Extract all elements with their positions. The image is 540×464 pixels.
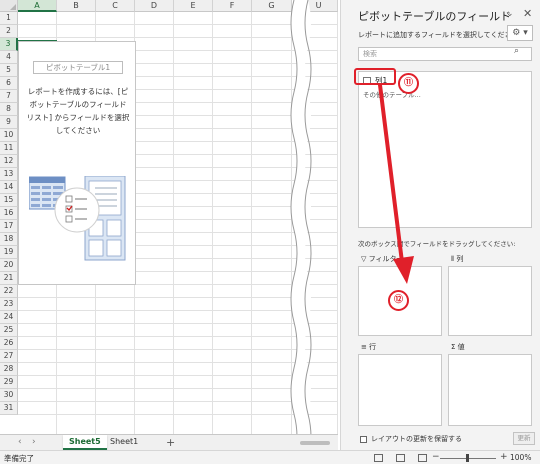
row-header-21[interactable]: 21 [0,272,18,285]
instruction-line: してください [55,126,101,135]
row-header-22[interactable]: 22 [0,285,18,298]
pivot-table-name: ピボットテーブル1 [33,61,123,74]
layout-settings-gear-icon[interactable]: ⚙ ▾ [507,25,533,41]
row-header-20[interactable]: 20 [0,259,18,272]
column-gridline [337,12,338,434]
values-area-label: Σ 値 [451,343,465,351]
row-header-12[interactable]: 12 [0,155,18,168]
row-header-24[interactable]: 24 [0,311,18,324]
column-header-e[interactable]: E [174,0,213,12]
pivot-instruction-text: レポートを作成するには、[ピ ボットテーブルのフィールド リスト] からフィール… [23,85,133,137]
instruction-line: レポートを作成するには、[ピ [27,87,129,96]
rows-area-text: 行 [369,343,377,351]
filter-area-text: フィルター [368,255,404,263]
row-header-30[interactable]: 30 [0,389,18,402]
column-header-b[interactable]: B [57,0,96,12]
next-sheet-icon[interactable]: › [32,437,36,447]
worksheet-grid[interactable]: A B C D E F G U 1 2 3 4 5 6 7 8 9 10 11 12 13 14 15 16 1… [0,0,338,434]
row-header-17[interactable]: 17 [0,220,18,233]
row-header-23[interactable]: 23 [0,298,18,311]
normal-view-icon[interactable] [374,454,383,462]
zoom-level[interactable]: 100% [510,453,531,462]
row-header-28[interactable]: 28 [0,363,18,376]
page-break-view-icon[interactable] [418,454,427,462]
row-header-1[interactable]: 1 [0,12,18,25]
column-gridline [212,12,213,434]
row-header-7[interactable]: 7 [0,90,18,103]
row-header-5[interactable]: 5 [0,64,18,77]
row-header-25[interactable]: 25 [0,324,18,337]
horizontal-scrollbar[interactable] [300,441,330,445]
sheet-tab-bar: ‹ › Sheet5 Sheet1 + [0,434,338,450]
row-header-9[interactable]: 9 [0,116,18,129]
defer-update-label: レイアウトの更新を保留する [371,435,462,443]
row-header-11[interactable]: 11 [0,142,18,155]
step-badge-11: ⑪ [398,73,419,94]
values-area-text: 値 [457,343,465,351]
column-gridline [251,12,252,434]
prev-sheet-icon[interactable]: ‹ [18,437,22,447]
row-header-16[interactable]: 16 [0,207,18,220]
field-search-input[interactable]: 検索 [358,47,532,61]
search-icon: ⌕ [514,46,520,56]
row-header-19[interactable]: 19 [0,246,18,259]
row-header-3[interactable]: 3 [0,38,18,51]
column-header-f[interactable]: F [213,0,252,12]
row-header-13[interactable]: 13 [0,168,18,181]
row-header-27[interactable]: 27 [0,350,18,363]
row-header-31[interactable]: 31 [0,402,18,415]
column-gridline [173,12,174,434]
field-highlight-box [354,68,396,85]
column-header-g[interactable]: G [252,0,292,12]
pane-title: ピボットテーブルのフィールド [358,10,512,23]
step-badge-12: ⑫ [388,290,409,311]
column-header-a[interactable]: A [18,0,57,12]
row-header-6[interactable]: 6 [0,77,18,90]
filter-area-label: ▽ フィルター [361,255,404,263]
update-button[interactable]: 更新 [513,432,535,445]
row-header-15[interactable]: 15 [0,194,18,207]
field-list: 列1 その他のテーブル... [358,71,532,228]
pane-subtitle: レポートに追加するフィールドを選択してください: [358,31,521,39]
wavy-cut-separator [290,0,312,461]
pane-options-chevron-icon[interactable]: ⌄ [506,9,514,19]
zoom-slider-thumb[interactable] [466,454,469,462]
sheet-tab-sheet1[interactable]: Sheet1 [104,435,144,450]
instruction-line: リスト] からフィールドを選択 [26,113,130,122]
zoom-in-button[interactable]: + [500,452,508,462]
row-header-18[interactable]: 18 [0,233,18,246]
row-header-4[interactable]: 4 [0,51,18,64]
rows-area[interactable]: ≡ 行 [358,343,442,426]
rows-area-label: ≡ 行 [361,343,377,351]
select-all-corner[interactable] [0,0,18,12]
columns-area-text: 列 [456,255,464,263]
zoom-out-button[interactable]: − [432,452,440,462]
values-area[interactable]: Σ 値 [448,343,532,426]
drag-hint-text: 次のボックス間でフィールドをドラッグしてください: [358,240,516,248]
row-header-26[interactable]: 26 [0,337,18,350]
add-sheet-button[interactable]: + [166,436,175,449]
status-bar: 準備完了 − + 100% [0,450,540,464]
row-header-2[interactable]: 2 [0,25,18,38]
status-text: 準備完了 [4,454,34,463]
row-header-29[interactable]: 29 [0,376,18,389]
row-header-8[interactable]: 8 [0,103,18,116]
page-layout-view-icon[interactable] [396,454,405,462]
row-header-14[interactable]: 14 [0,181,18,194]
column-header-d[interactable]: D [135,0,174,12]
columns-area-label: ⦀ 列 [451,255,464,263]
defer-update-checkbox[interactable] [360,436,367,443]
instruction-line: ボットテーブルのフィールド [29,100,127,109]
column-header-c[interactable]: C [96,0,135,12]
pivot-table-placeholder[interactable]: ピボットテーブル1 レポートを作成するには、[ピ ボットテーブルのフィールド リ… [18,41,136,285]
pane-close-icon[interactable]: ✕ [523,7,532,20]
columns-area[interactable]: ⦀ 列 [448,255,532,336]
pivot-illustration-icon [29,176,126,261]
sheet-tab-sheet5[interactable]: Sheet5 [63,435,107,450]
excel-window: A B C D E F G U 1 2 3 4 5 6 7 8 9 10 11 12 13 14 15 16 1… [0,0,540,464]
row-header-10[interactable]: 10 [0,129,18,142]
